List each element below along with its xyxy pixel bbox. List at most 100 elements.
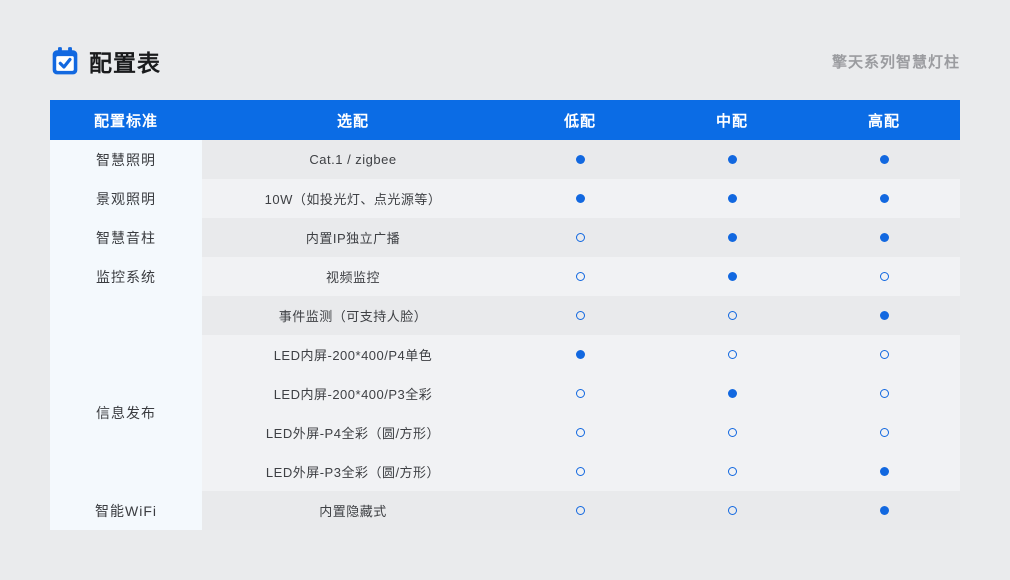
tier-cell-high [808,155,960,164]
tier-cell-low [504,233,656,242]
tier-cell-high [808,311,960,320]
table-body: 智慧照明景观照明智慧音柱监控系统信息发布智能WiFi Cat.1 / zigbe… [50,140,960,530]
config-group-label: 智能WiFi [50,501,202,521]
config-group-label: 信息发布 [50,403,202,423]
dot-optional-icon [576,311,585,320]
dot-optional-icon [576,272,585,281]
tier-cell-mid [656,311,808,320]
table-row: LED内屏-200*400/P4单色 [202,335,960,374]
column-header-option: 选配 [202,110,504,131]
config-group-cell: 信息发布 [50,335,202,491]
tier-cell-low [504,311,656,320]
tier-cell-mid [656,272,808,281]
tier-cell-high [808,350,960,359]
option-cell: LED内屏-200*400/P4单色 [202,345,504,364]
tier-cell-high [808,194,960,203]
tier-cell-high [808,272,960,281]
dot-included-icon [880,233,889,242]
dot-optional-icon [880,272,889,281]
option-cell: 视频监控 [202,267,504,286]
dot-included-icon [880,467,889,476]
tier-cell-mid [656,428,808,437]
tier-cell-low [504,272,656,281]
dot-included-icon [728,194,737,203]
config-group-cell: 智能WiFi [50,491,202,530]
table-row: 视频监控 [202,257,960,296]
dot-included-icon [728,155,737,164]
dot-included-icon [880,155,889,164]
config-group-cell: 智慧音柱 [50,218,202,257]
dot-included-icon [576,350,585,359]
config-group-label: 智慧照明 [50,150,202,170]
config-group-label: 景观照明 [50,189,202,209]
page-title: 配置表 [89,44,161,78]
option-cell: 10W（如投光灯、点光源等） [202,189,504,208]
dot-optional-icon [880,428,889,437]
config-group-cell: 景观照明 [50,179,202,218]
table-row: 内置IP独立广播 [202,218,960,257]
tier-cell-low [504,350,656,359]
option-cell: 事件监测（可支持人脸） [202,306,504,325]
dot-optional-icon [728,506,737,515]
table-row: LED外屏-P3全彩（圆/方形） [202,452,960,491]
column-header-low: 低配 [504,110,656,131]
dot-optional-icon [576,506,585,515]
dot-optional-icon [728,428,737,437]
option-cell: 内置隐藏式 [202,501,504,520]
table-row: Cat.1 / zigbee [202,140,960,179]
column-header-high: 高配 [808,110,960,131]
calendar-check-icon [50,46,80,76]
tier-cell-high [808,389,960,398]
config-groups-column: 智慧照明景观照明智慧音柱监控系统信息发布智能WiFi [50,140,202,530]
tier-cell-low [504,389,656,398]
tier-cell-high [808,467,960,476]
config-group-label: 智慧音柱 [50,228,202,248]
tier-cell-mid [656,155,808,164]
dot-optional-icon [880,350,889,359]
config-rows: Cat.1 / zigbee 10W（如投光灯、点光源等） 内置IP独立广播视频监控… [202,140,960,530]
table-row: LED内屏-200*400/P3全彩 [202,374,960,413]
tier-cell-high [808,506,960,515]
dot-included-icon [576,194,585,203]
dot-optional-icon [576,428,585,437]
dot-included-icon [728,233,737,242]
tier-cell-mid [656,506,808,515]
option-cell: LED外屏-P3全彩（圆/方形） [202,462,504,481]
dot-optional-icon [880,389,889,398]
dot-included-icon [728,272,737,281]
tier-cell-mid [656,194,808,203]
tier-cell-mid [656,350,808,359]
option-cell: LED内屏-200*400/P3全彩 [202,384,504,403]
column-header-standard: 配置标准 [50,110,202,131]
option-cell: LED外屏-P4全彩（圆/方形） [202,423,504,442]
dot-included-icon [728,389,737,398]
dot-included-icon [880,506,889,515]
table-row: 内置隐藏式 [202,491,960,530]
tier-cell-low [504,428,656,437]
tier-cell-high [808,428,960,437]
option-cell: Cat.1 / zigbee [202,152,504,167]
config-group-cell: 监控系统 [50,257,202,335]
tier-cell-low [504,506,656,515]
tier-cell-mid [656,389,808,398]
table-row: 事件监测（可支持人脸） [202,296,960,335]
config-table: 配置标准 选配 低配 中配 高配 智慧照明景观照明智慧音柱监控系统信息发布智能W… [50,100,960,530]
config-group-label: 监控系统 [50,257,202,296]
tier-cell-mid [656,233,808,242]
dot-included-icon [880,311,889,320]
table-header-row: 配置标准 选配 低配 中配 高配 [50,100,960,140]
page-subtitle: 擎天系列智慧灯柱 [832,51,960,72]
table-row: 10W（如投光灯、点光源等） [202,179,960,218]
dot-optional-icon [728,311,737,320]
dot-optional-icon [576,233,585,242]
tier-cell-low [504,155,656,164]
dot-optional-icon [728,467,737,476]
dot-included-icon [880,194,889,203]
option-cell: 内置IP独立广播 [202,228,504,247]
dot-optional-icon [728,350,737,359]
page-header: 配置表 擎天系列智慧灯柱 [50,44,960,78]
tier-cell-low [504,194,656,203]
config-group-cell: 智慧照明 [50,140,202,179]
tier-cell-low [504,467,656,476]
table-row: LED外屏-P4全彩（圆/方形） [202,413,960,452]
